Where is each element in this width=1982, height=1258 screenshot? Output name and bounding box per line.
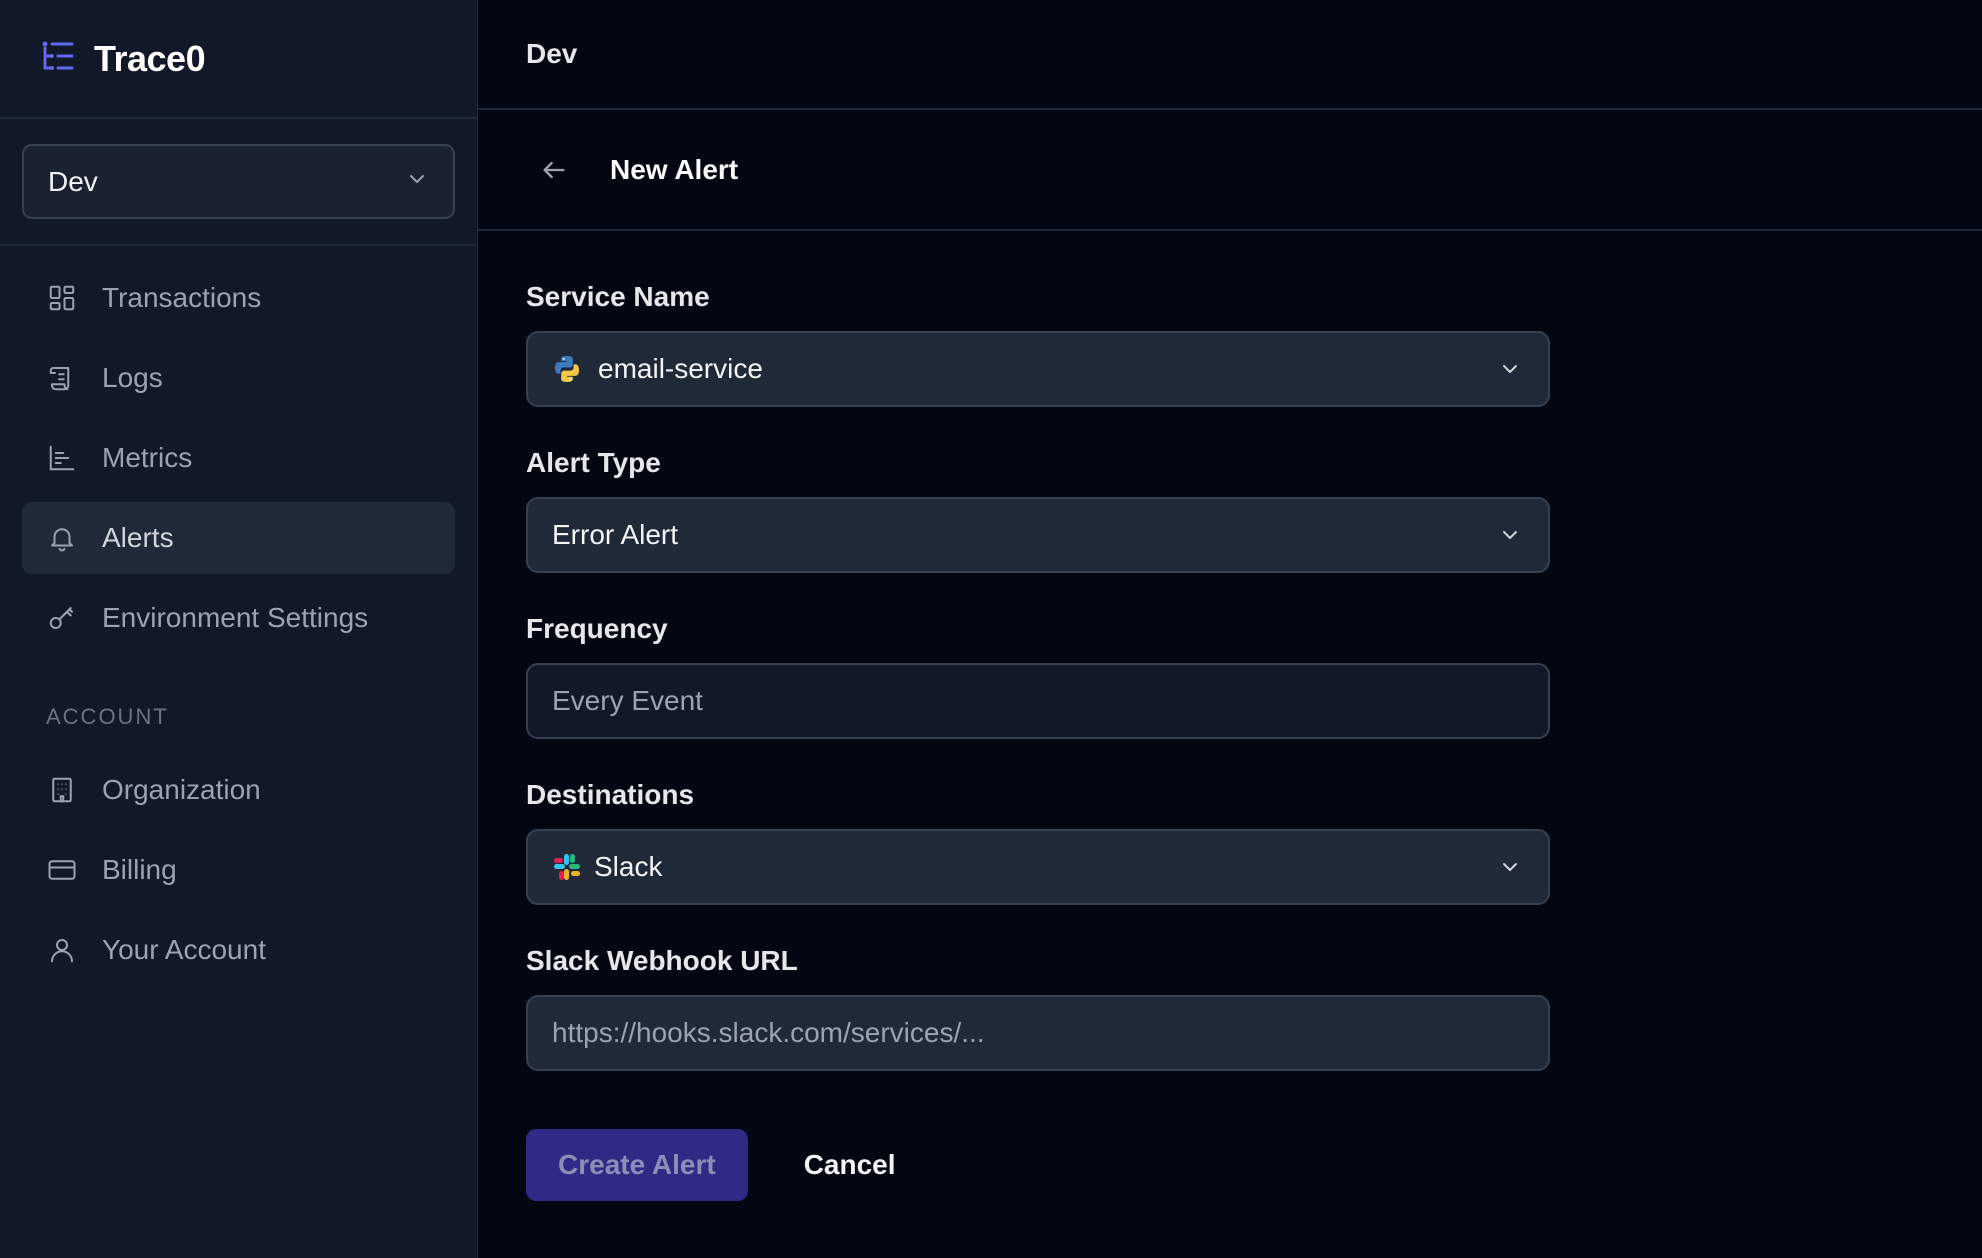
brand-header: Trace0 <box>0 0 477 119</box>
brand-name: Trace0 <box>94 37 206 79</box>
new-alert-form: Service Name email-service Alert Type Er… <box>478 231 1550 1201</box>
top-bar: Dev <box>478 0 1982 110</box>
slack-icon <box>552 852 582 882</box>
frequency-label: Frequency <box>526 613 668 644</box>
environment-selector-container: Dev <box>0 119 477 246</box>
sidebar-item-label: Logs <box>102 362 163 393</box>
cancel-button[interactable]: Cancel <box>804 1149 896 1181</box>
sidebar-item-label: Environment Settings <box>102 602 369 633</box>
grid-icon <box>46 282 78 314</box>
destinations-label: Destinations <box>526 779 695 810</box>
webhook-field: Slack Webhook URL https://hooks.slack.co… <box>526 945 1550 1071</box>
sidebar: Trace0 Dev Transactions Logs Metrics Ale… <box>0 0 478 1258</box>
environment-title: Dev <box>526 38 578 69</box>
service-name-select[interactable]: email-service <box>526 331 1550 407</box>
webhook-url-placeholder: https://hooks.slack.com/services/... <box>552 1017 985 1048</box>
sidebar-item-your-account[interactable]: Your Account <box>22 914 455 986</box>
environment-select[interactable]: Dev <box>22 144 455 219</box>
sidebar-nav: Transactions Logs Metrics Alerts Environ… <box>0 246 477 986</box>
destinations-value: Slack <box>594 851 663 882</box>
list-tree-icon <box>38 36 78 81</box>
chevron-down-icon <box>405 167 429 196</box>
create-alert-button[interactable]: Create Alert <box>526 1129 748 1201</box>
sidebar-item-logs[interactable]: Logs <box>22 342 455 414</box>
service-name-value: email-service <box>598 353 763 384</box>
frequency-placeholder: Every Event <box>552 685 703 716</box>
destinations-select[interactable]: Slack <box>526 829 1550 905</box>
service-name-field: Service Name email-service <box>526 281 1550 407</box>
user-icon <box>46 934 78 966</box>
chevron-down-icon <box>1498 523 1522 547</box>
bell-icon <box>46 522 78 554</box>
key-icon <box>46 602 78 634</box>
sidebar-item-label: Alerts <box>102 522 174 553</box>
sidebar-item-label: Organization <box>102 774 261 805</box>
alert-type-label: Alert Type <box>526 447 661 478</box>
building-icon <box>46 774 78 806</box>
chevron-down-icon <box>1498 855 1522 879</box>
webhook-url-input[interactable]: https://hooks.slack.com/services/... <box>526 995 1550 1071</box>
page-header: New Alert <box>478 110 1982 231</box>
sidebar-item-label: Billing <box>102 854 177 885</box>
form-actions: Create Alert Cancel <box>526 1129 1550 1201</box>
sidebar-item-alerts[interactable]: Alerts <box>22 502 455 574</box>
sidebar-item-metrics[interactable]: Metrics <box>22 422 455 494</box>
sidebar-item-transactions[interactable]: Transactions <box>22 262 455 334</box>
python-icon <box>552 354 582 384</box>
alert-type-value: Error Alert <box>552 519 679 550</box>
bar-chart-icon <box>46 442 78 474</box>
sidebar-item-label: Your Account <box>102 934 266 965</box>
webhook-label: Slack Webhook URL <box>526 945 798 976</box>
sidebar-item-environment-settings[interactable]: Environment Settings <box>22 582 455 654</box>
arrow-left-icon[interactable] <box>540 154 572 186</box>
alert-type-select[interactable]: Error Alert <box>526 497 1550 573</box>
sidebar-item-billing[interactable]: Billing <box>22 834 455 906</box>
scroll-icon <box>46 362 78 394</box>
sidebar-item-label: Transactions <box>102 282 262 313</box>
sidebar-item-label: Metrics <box>102 442 193 473</box>
account-section-label: ACCOUNT <box>46 704 169 729</box>
credit-card-icon <box>46 854 78 886</box>
page-title: New Alert <box>610 153 739 185</box>
chevron-down-icon <box>1498 357 1522 381</box>
environment-select-value: Dev <box>48 165 98 197</box>
service-name-label: Service Name <box>526 281 710 312</box>
alert-type-field: Alert Type Error Alert <box>526 447 1550 573</box>
sidebar-item-organization[interactable]: Organization <box>22 754 455 826</box>
frequency-field: Frequency Every Event <box>526 613 1550 739</box>
app-root: Trace0 Dev Transactions Logs Metrics Ale… <box>0 0 1982 1258</box>
frequency-input[interactable]: Every Event <box>526 663 1550 739</box>
destinations-field: Destinations Slack <box>526 779 1550 905</box>
main-content: Dev New Alert Service Name email-service… <box>478 0 1982 1258</box>
